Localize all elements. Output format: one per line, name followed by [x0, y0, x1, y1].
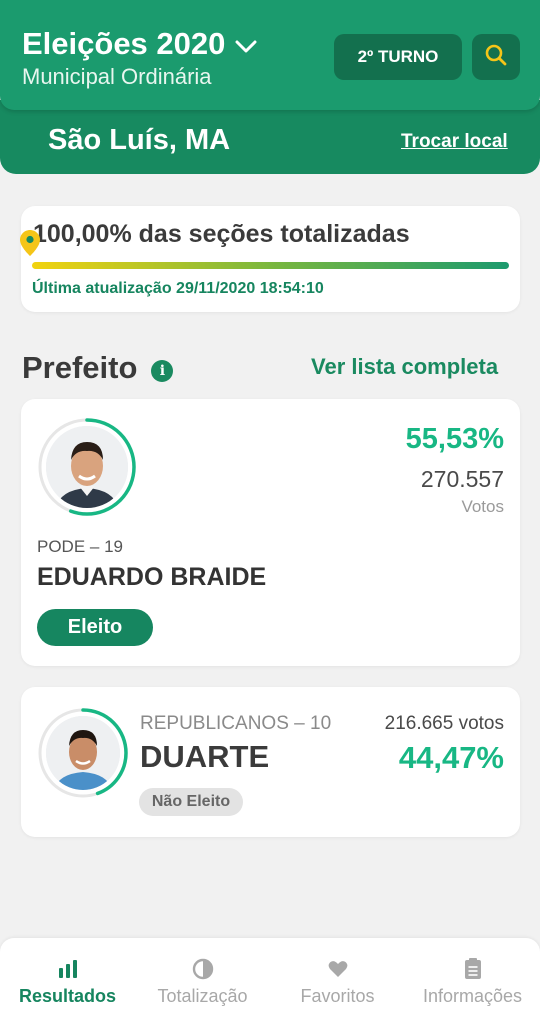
bar-chart-icon — [58, 958, 78, 980]
location-bar: São Luís, MA Trocar local — [0, 100, 540, 256]
document-icon — [464, 958, 482, 980]
totalization-status-card: 100,00% das seções totalizadas Última at… — [21, 206, 520, 312]
nav-item-totalizacao[interactable]: Totalização — [135, 938, 270, 1015]
election-selector[interactable]: Eleições 2020 — [22, 26, 257, 62]
elected-badge: Eleito — [37, 609, 153, 646]
candidate-card-elected[interactable]: 55,53% 270.557 Votos PODE – 19 EDUARDO B… — [21, 399, 520, 666]
heart-icon — [328, 958, 348, 980]
candidate-percent: 55,53% — [405, 423, 504, 455]
nav-item-informacoes[interactable]: Informações — [405, 938, 540, 1015]
nav-item-resultados[interactable]: Resultados — [0, 938, 135, 1015]
candidate-name: EDUARDO BRAIDE — [37, 563, 267, 591]
change-location-link[interactable]: Trocar local — [401, 131, 508, 153]
last-update-text: Última atualização 29/11/2020 18:54:10 — [32, 280, 324, 297]
votes-label: Votos — [461, 497, 504, 516]
candidate-name: DUARTE — [140, 739, 270, 774]
app-header: São Luís, MA Trocar local Eleições 2020 … — [0, 0, 540, 256]
candidate-photo — [46, 426, 128, 508]
candidate-avatar — [37, 417, 137, 517]
search-button[interactable] — [472, 34, 520, 80]
nav-item-favoritos[interactable]: Favoritos — [270, 938, 405, 1015]
section-title: Prefeito i — [22, 350, 174, 386]
pie-chart-icon — [192, 958, 214, 980]
candidate-avatar — [37, 707, 129, 799]
nav-label: Totalização — [157, 986, 248, 1006]
candidate-photo — [46, 716, 120, 790]
candidate-votes: 270.557 — [420, 466, 504, 492]
election-subtitle: Municipal Ordinária — [22, 64, 212, 89]
candidate-votes: 216.665 votos — [384, 713, 504, 734]
totalization-progress-bar — [32, 262, 509, 269]
location-pin-icon — [20, 230, 40, 261]
candidate-party: REPUBLICANOS – 10 — [140, 713, 332, 734]
turno-button[interactable]: 2º TURNO — [334, 34, 462, 80]
candidate-party: PODE – 19 — [37, 537, 123, 556]
nav-label: Favoritos — [300, 986, 375, 1006]
see-full-list-link[interactable]: Ver lista completa — [311, 354, 498, 380]
location-name: São Luís, MA — [48, 124, 231, 156]
nav-label: Informações — [422, 986, 523, 1006]
section-title-text: Prefeito — [22, 350, 138, 385]
election-title: Eleições 2020 — [22, 26, 226, 61]
bottom-navigation: Resultados Totalização Favoritos Informa… — [0, 938, 540, 1015]
nav-label: Resultados — [18, 986, 117, 1006]
not-elected-badge: Não Eleito — [139, 788, 243, 816]
sections-totalized-text: 100,00% das seções totalizadas — [33, 220, 410, 248]
candidate-card-not-elected[interactable]: REPUBLICANOS – 10 216.665 votos DUARTE 4… — [21, 687, 520, 837]
candidate-percent: 44,47% — [398, 740, 504, 775]
election-header: Eleições 2020 Municipal Ordinária 2º TUR… — [0, 0, 540, 110]
info-icon[interactable]: i — [151, 360, 174, 382]
chevron-down-icon — [235, 26, 257, 62]
search-icon — [485, 44, 507, 71]
